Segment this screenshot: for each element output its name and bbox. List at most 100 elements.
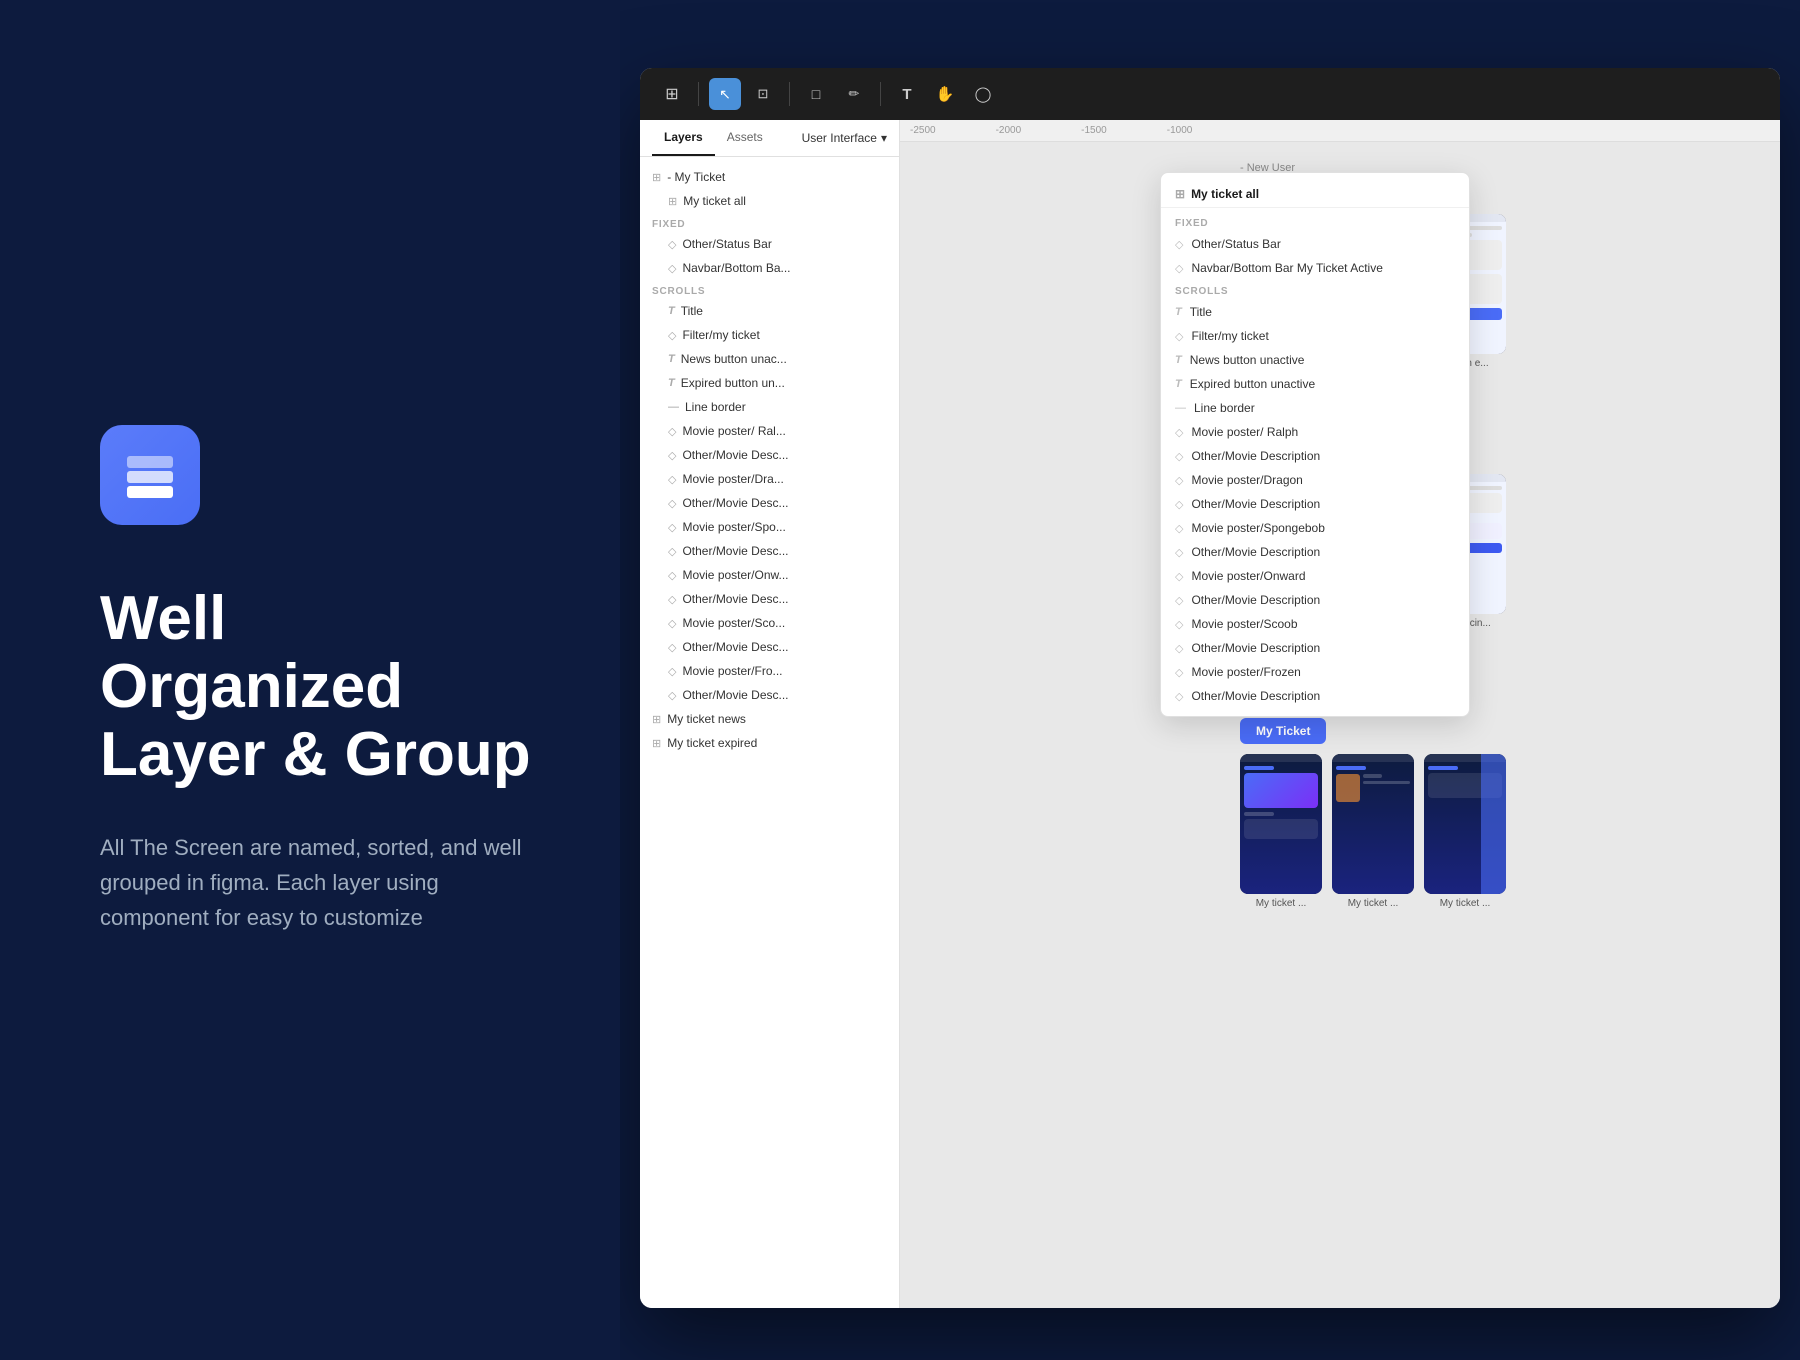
screen-label-ticket-2: My ticket ... [1332, 898, 1414, 909]
diamond-icon: ◇ [668, 425, 676, 438]
hash-icon: ⊞ [652, 713, 661, 726]
popup-item-dragon[interactable]: ◇ Movie poster/Dragon [1161, 468, 1469, 492]
popup-item-movie-desc-4[interactable]: ◇ Other/Movie Description [1161, 588, 1469, 612]
diamond-icon: ◇ [668, 449, 676, 462]
tab-layers[interactable]: Layers [652, 120, 715, 156]
pen-tool-btn[interactable]: ✏ [838, 78, 870, 110]
diamond-icon: ◇ [1175, 642, 1183, 655]
comment-tool-btn[interactable]: ◯ [967, 78, 999, 110]
screen-thumb-ticket-3 [1424, 754, 1506, 894]
phone-status-bar [1240, 754, 1322, 762]
popup-item-line-border[interactable]: — Line border [1161, 396, 1469, 420]
popup-item-title[interactable]: T Title [1161, 300, 1469, 324]
diamond-icon: ◇ [1175, 498, 1183, 511]
mini-bar-1 [1244, 766, 1274, 770]
diamond-icon: ◇ [1175, 570, 1183, 583]
layer-item-status-bar[interactable]: ◇ Other/Status Bar [640, 232, 899, 256]
layer-item-ticket-news[interactable]: ⊞ My ticket news [640, 707, 899, 731]
layer-item-desc-2[interactable]: ◇ Other/Movie Desc... [640, 491, 899, 515]
layer-item-scoob[interactable]: ◇ Movie poster/Sco... [640, 611, 899, 635]
popup-header: ⊞ My ticket all [1161, 181, 1469, 208]
tab-assets[interactable]: Assets [715, 120, 775, 156]
popup-item-navbar-active[interactable]: ◇ Navbar/Bottom Bar My Ticket Active [1161, 256, 1469, 280]
layer-item-ralph[interactable]: ◇ Movie poster/ Ral... [640, 419, 899, 443]
popup-item-movie-desc-1[interactable]: ◇ Other/Movie Description [1161, 444, 1469, 468]
layer-item-desc-3[interactable]: ◇ Other/Movie Desc... [640, 539, 899, 563]
diamond-icon: ◇ [668, 473, 676, 486]
popup-item-onward[interactable]: ◇ Movie poster/Onward [1161, 564, 1469, 588]
layer-item-desc-5[interactable]: ◇ Other/Movie Desc... [640, 635, 899, 659]
text-icon: T [1175, 354, 1182, 366]
popup-item-movie-desc-3[interactable]: ◇ Other/Movie Description [1161, 540, 1469, 564]
popup-item-movie-desc-5[interactable]: ◇ Other/Movie Description [1161, 636, 1469, 660]
figma-window: ⊞ ↖ ⊡ □ ✏ T ✋ ◯ Layers Assets [640, 68, 1780, 1308]
layer-item-expired-btn[interactable]: T Expired button un... [640, 371, 899, 395]
popup-item-news-btn[interactable]: T News button unactive [1161, 348, 1469, 372]
layer-item-title[interactable]: T Title [640, 299, 899, 323]
popup-item-scoob[interactable]: ◇ Movie poster/Scoob [1161, 612, 1469, 636]
my-ticket-section: - My Ticket My Ticket [1240, 702, 1506, 909]
layer-item-my-ticket-all[interactable]: ⊞ My ticket all [640, 189, 899, 213]
mini-card-ticket [1244, 773, 1318, 808]
diamond-icon: ◇ [668, 545, 676, 558]
select-tool-btn[interactable]: ↖ [709, 78, 741, 110]
popup-item-expired-btn[interactable]: T Expired button unactive [1161, 372, 1469, 396]
popup-item-ralph[interactable]: ◇ Movie poster/ Ralph [1161, 420, 1469, 444]
diamond-icon: ◇ [1175, 690, 1183, 703]
phone-status-bar [1332, 754, 1414, 762]
text-icon: T [1175, 306, 1182, 318]
layer-item-line-border[interactable]: — Line border [640, 395, 899, 419]
layer-item-desc-6[interactable]: ◇ Other/Movie Desc... [640, 683, 899, 707]
ticket-side-panel [1481, 754, 1506, 894]
popup-hash-icon: ⊞ [1175, 187, 1185, 201]
popup-item-movie-desc-6[interactable]: ◇ Other/Movie Description [1161, 684, 1469, 708]
diamond-icon: ◇ [1175, 238, 1183, 251]
hash-icon: ⊞ [652, 737, 661, 750]
toolbar-separator-1 [698, 82, 699, 106]
popup-section-scrolls: SCROLLS [1161, 280, 1469, 300]
popup-item-status-bar[interactable]: ◇ Other/Status Bar [1161, 232, 1469, 256]
text-icon: T [1175, 378, 1182, 390]
diamond-icon: ◇ [1175, 666, 1183, 679]
popup-item-filter[interactable]: ◇ Filter/my ticket [1161, 324, 1469, 348]
layer-item-onward[interactable]: ◇ Movie poster/Onw... [640, 563, 899, 587]
diamond-icon: ◇ [668, 238, 676, 251]
screen-ticket-1: My ticket ... [1240, 754, 1322, 909]
layer-item-frozen[interactable]: ◇ Movie poster/Fro... [640, 659, 899, 683]
diamond-icon: ◇ [1175, 426, 1183, 439]
popup-item-movie-desc-2[interactable]: ◇ Other/Movie Description [1161, 492, 1469, 516]
line-icon: — [668, 401, 679, 413]
popup-item-frozen[interactable]: ◇ Movie poster/Frozen [1161, 660, 1469, 684]
mini-ticket-img [1336, 774, 1360, 802]
panel-dropdown[interactable]: User Interface ▾ [802, 120, 887, 156]
sub-text: All The Screen are named, sorted, and we… [100, 830, 540, 936]
layer-item-ticket-expired[interactable]: ⊞ My ticket expired [640, 731, 899, 755]
popup-item-spongebob[interactable]: ◇ Movie poster/Spongebob [1161, 516, 1469, 540]
my-ticket-btn[interactable]: My Ticket [1240, 718, 1326, 744]
phone-content [1332, 762, 1414, 806]
text-tool-btn[interactable]: T [891, 78, 923, 110]
mini-card-2 [1244, 819, 1318, 839]
hash-icon: ⊞ [652, 171, 661, 184]
diamond-icon: ◇ [668, 521, 676, 534]
toolbar-separator-3 [880, 82, 881, 106]
diamond-icon: ◇ [1175, 330, 1183, 343]
section-label-fixed-1: FIXED [640, 213, 899, 232]
layer-item-filter[interactable]: ◇ Filter/my ticket [640, 323, 899, 347]
diamond-icon: ◇ [668, 641, 676, 654]
diamond-icon: ◇ [668, 497, 676, 510]
layer-item-desc-4[interactable]: ◇ Other/Movie Desc... [640, 587, 899, 611]
layer-item-desc-1[interactable]: ◇ Other/Movie Desc... [640, 443, 899, 467]
layer-item-dragon[interactable]: ◇ Movie poster/Dra... [640, 467, 899, 491]
layer-item-my-ticket-root[interactable]: ⊞ - My Ticket [640, 165, 899, 189]
layer-item-spongebob[interactable]: ◇ Movie poster/Spo... [640, 515, 899, 539]
hand-tool-btn[interactable]: ✋ [929, 78, 961, 110]
figma-logo-btn[interactable]: ⊞ [656, 78, 688, 110]
layer-item-news-btn[interactable]: T News button unac... [640, 347, 899, 371]
diamond-icon: ◇ [668, 593, 676, 606]
frame-tool-btn[interactable]: ⊡ [747, 78, 779, 110]
screen-ticket-3: My ticket ... [1424, 754, 1506, 909]
mini-bar-2 [1363, 774, 1382, 778]
shape-tool-btn[interactable]: □ [800, 78, 832, 110]
layer-item-navbar[interactable]: ◇ Navbar/Bottom Ba... [640, 256, 899, 280]
